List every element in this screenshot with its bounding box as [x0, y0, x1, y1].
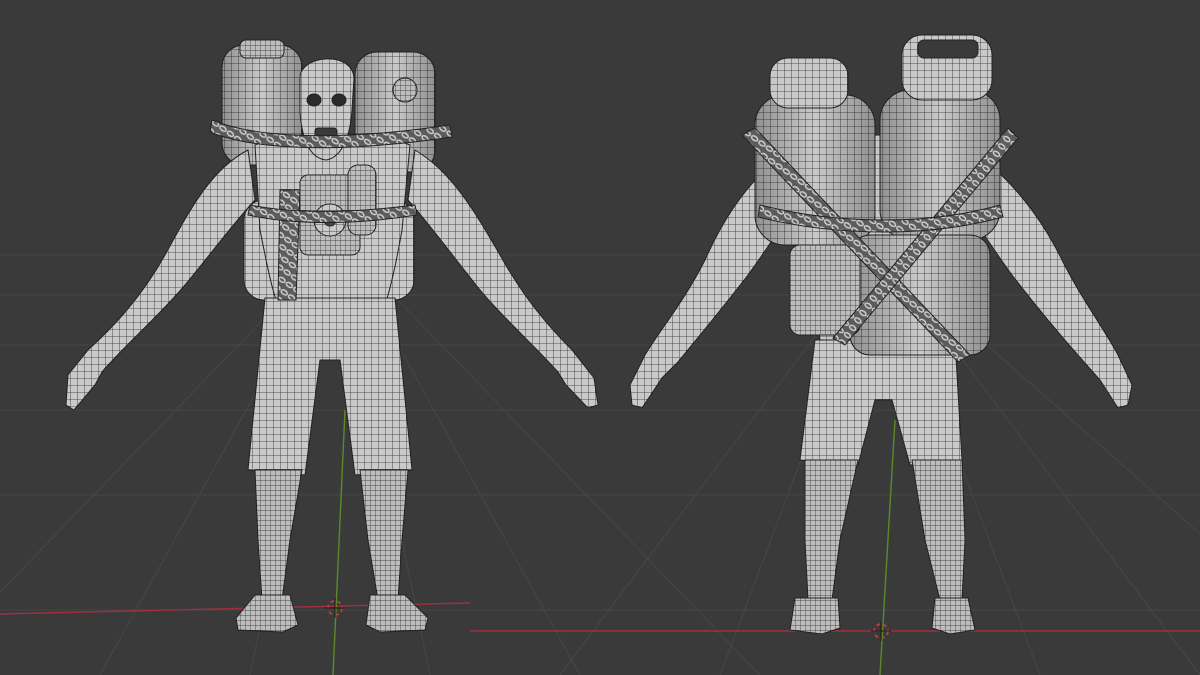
character-front-view[interactable] [65, 39, 599, 633]
shorts-front [247, 297, 413, 476]
right-foot-back [931, 597, 976, 635]
3d-viewport[interactable] [0, 0, 1200, 675]
3d-cursor-icon[interactable] [325, 598, 345, 618]
left-leg-back [804, 459, 859, 606]
chain-front-2 [277, 189, 301, 301]
x-axis-line [0, 602, 1200, 632]
character-back-view[interactable] [629, 34, 1133, 635]
right-leg-back [911, 459, 966, 606]
left-foot-front [235, 594, 299, 633]
shorts-back [799, 339, 963, 466]
left-foot-back [789, 597, 841, 635]
right-foot-front [365, 594, 429, 633]
3d-cursor-icon[interactable] [871, 621, 891, 641]
viewport-canvas[interactable] [0, 0, 1200, 675]
right-leg-front [359, 469, 409, 606]
left-arm-front [65, 149, 256, 411]
right-arm-front [407, 149, 599, 409]
left-leg-front [254, 469, 303, 606]
